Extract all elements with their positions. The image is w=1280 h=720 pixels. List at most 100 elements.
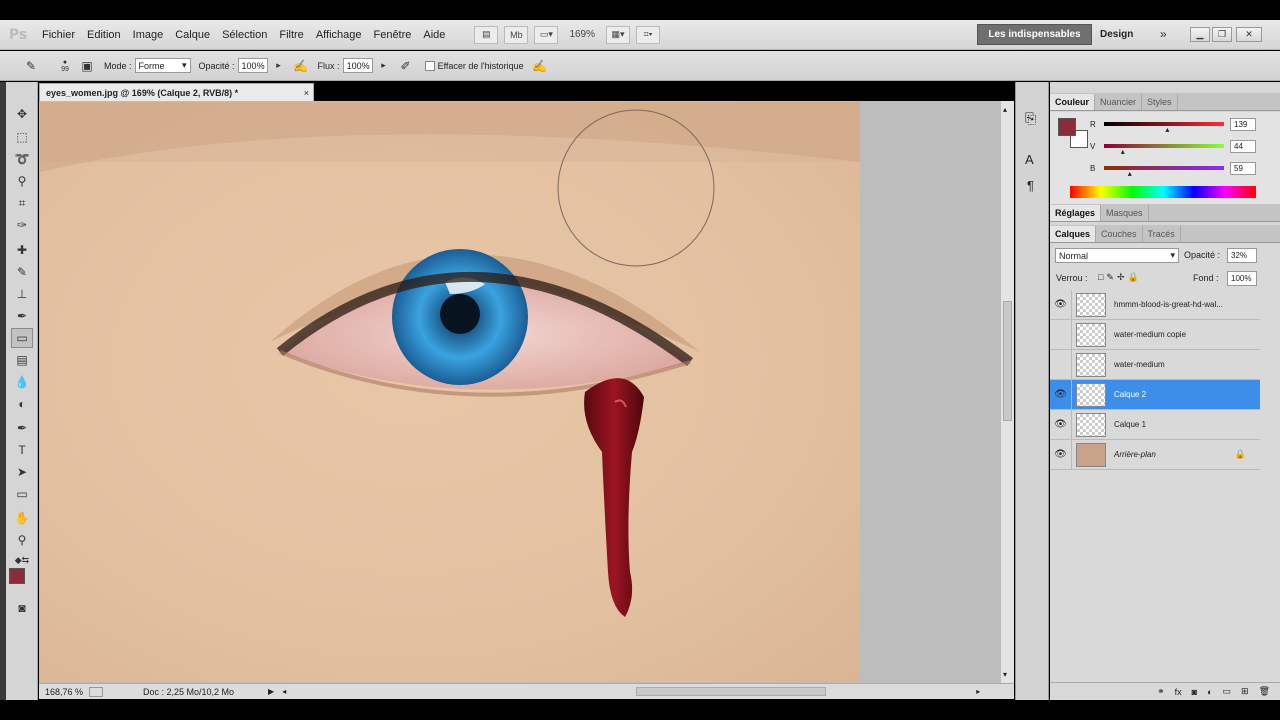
adjustment-layer-icon[interactable]: ◐ bbox=[1207, 687, 1212, 697]
zoom-preview-icon[interactable] bbox=[89, 686, 103, 697]
menu-aide[interactable]: Aide bbox=[417, 20, 451, 50]
history-panel-icon[interactable]: ⎘ bbox=[1025, 110, 1036, 127]
slider-r[interactable]: R ▴ 139 bbox=[1090, 117, 1256, 134]
menu-fenetre[interactable]: Fenêtre bbox=[367, 20, 417, 50]
eye-icon[interactable]: 👁 bbox=[1050, 409, 1072, 440]
eye-icon[interactable] bbox=[1050, 349, 1072, 380]
brush-preset-icon[interactable]: ✎ bbox=[22, 57, 40, 75]
restore-button[interactable]: ❐ bbox=[1212, 27, 1232, 42]
tab-nuancier[interactable]: Nuancier bbox=[1095, 94, 1143, 110]
screen-mode-button[interactable]: ⌗▾ bbox=[636, 25, 661, 44]
scroll-down-icon[interactable]: ▾ bbox=[1003, 670, 1007, 679]
extras-button[interactable]: ▭▾ bbox=[534, 25, 559, 44]
workspace-essentials[interactable]: Les indispensables bbox=[977, 24, 1092, 45]
pressure-opacity-icon[interactable]: ✍ bbox=[292, 57, 310, 75]
hscroll-left-icon[interactable]: ◂ bbox=[282, 687, 286, 696]
pen-tool-icon[interactable]: ✒ bbox=[11, 418, 33, 438]
document-tab[interactable]: eyes_women.jpg @ 169% (Calque 2, RVB/8) … bbox=[39, 83, 314, 101]
tab-traces[interactable]: Tracés bbox=[1143, 226, 1181, 242]
type-tool-icon[interactable]: T bbox=[11, 440, 33, 460]
tab-calques[interactable]: Calques bbox=[1050, 226, 1097, 242]
marquee-tool-icon[interactable]: ⬚ bbox=[11, 127, 33, 147]
link-layers-icon[interactable]: ⚭ bbox=[1157, 686, 1165, 697]
dodge-tool-icon[interactable]: ◐ bbox=[11, 394, 33, 414]
layer-row[interactable]: water-medium copie bbox=[1050, 319, 1260, 350]
workspace-design[interactable]: Design bbox=[1100, 24, 1133, 45]
move-tool-icon[interactable]: ✥ bbox=[11, 104, 33, 124]
fill-field[interactable]: 100% bbox=[1227, 271, 1257, 286]
menu-selection[interactable]: Sélection bbox=[216, 20, 273, 50]
quick-select-tool-icon[interactable]: ⚲ bbox=[11, 171, 33, 191]
shape-tool-icon[interactable]: ▭ bbox=[11, 484, 33, 504]
swap-colors-icon[interactable]: ◆⇆ bbox=[11, 550, 33, 570]
gradient-tool-icon[interactable]: ▤ bbox=[11, 350, 33, 370]
brush-panel-icon[interactable]: ▣ bbox=[78, 57, 96, 75]
menu-fichier[interactable]: Fichier bbox=[36, 20, 81, 50]
scroll-thumb[interactable] bbox=[1003, 301, 1012, 421]
blur-tool-icon[interactable]: 💧 bbox=[11, 372, 33, 392]
color-panel-foreground[interactable] bbox=[1058, 118, 1076, 136]
erase-history-checkbox[interactable] bbox=[424, 60, 435, 71]
slider-v[interactable]: V ▴ 44 bbox=[1090, 139, 1256, 156]
hscroll-right-icon[interactable]: ▸ bbox=[976, 687, 980, 696]
slider-r-track[interactable]: ▴ bbox=[1104, 122, 1224, 134]
brush-size-picker[interactable]: ● 99 bbox=[56, 57, 74, 75]
brush-tool-icon[interactable]: ✎ bbox=[11, 262, 33, 282]
slider-caret-icon[interactable]: ▴ bbox=[1165, 125, 1169, 134]
tab-reglages[interactable]: Réglages bbox=[1050, 205, 1102, 221]
foreground-color-swatch[interactable] bbox=[9, 568, 25, 584]
eye-icon[interactable]: 👁 bbox=[1050, 379, 1072, 410]
minimize-button[interactable]: ▁ bbox=[1190, 27, 1210, 42]
flow-slider-icon[interactable]: ▸ bbox=[375, 57, 393, 75]
zoom-level[interactable]: 169% bbox=[569, 29, 595, 40]
flow-field[interactable]: 100% bbox=[342, 58, 373, 73]
opacity-slider-icon[interactable]: ▸ bbox=[270, 57, 288, 75]
slider-v-track[interactable]: ▴ bbox=[1104, 144, 1224, 156]
tab-styles[interactable]: Styles bbox=[1142, 94, 1178, 110]
paragraph-panel-icon[interactable]: ¶ bbox=[1027, 178, 1034, 193]
status-menu-arrow-icon[interactable]: ▶ bbox=[268, 687, 274, 696]
eye-icon[interactable] bbox=[1050, 319, 1072, 350]
horizontal-scroll-thumb[interactable] bbox=[636, 687, 827, 696]
slider-b-track[interactable]: ▴ bbox=[1104, 166, 1224, 178]
quick-mask-icon[interactable]: ◙ bbox=[11, 598, 33, 618]
tab-couches[interactable]: Couches bbox=[1096, 226, 1143, 242]
tab-masques[interactable]: Masques bbox=[1101, 205, 1149, 221]
bridge-button[interactable]: ▤ bbox=[474, 25, 499, 44]
blend-mode-select[interactable]: Normal ▾ bbox=[1055, 248, 1179, 263]
zoom-tool-icon[interactable]: ⚲ bbox=[11, 530, 33, 550]
menu-filtre[interactable]: Filtre bbox=[273, 20, 309, 50]
close-document-icon[interactable]: × bbox=[304, 88, 309, 98]
slider-b-value[interactable]: 59 bbox=[1230, 161, 1256, 175]
slider-caret-icon[interactable]: ▴ bbox=[1128, 169, 1132, 178]
workspace-more-icon[interactable]: » bbox=[1160, 24, 1167, 45]
menu-image[interactable]: Image bbox=[127, 20, 170, 50]
layer-row[interactable]: 👁 hmmm-blood-is-great-hd-wal... bbox=[1050, 289, 1260, 320]
hand-tool-icon[interactable]: ✋ bbox=[11, 508, 33, 528]
eyedropper-tool-icon[interactable]: ✑ bbox=[11, 215, 33, 235]
arrange-button[interactable]: ▦▾ bbox=[606, 25, 631, 44]
stamp-tool-icon[interactable]: ⊥ bbox=[11, 284, 33, 304]
slider-r-value[interactable]: 139 bbox=[1230, 117, 1256, 131]
history-brush-tool-icon[interactable]: ✒ bbox=[11, 306, 33, 326]
lock-icons[interactable]: □✎✢🔒 bbox=[1098, 272, 1142, 283]
eraser-tool-icon[interactable]: ▭ bbox=[11, 328, 33, 348]
menu-calque[interactable]: Calque bbox=[169, 20, 216, 50]
menu-edition[interactable]: Edition bbox=[81, 20, 127, 50]
layer-row[interactable]: 👁 Calque 1 bbox=[1050, 409, 1260, 440]
image-canvas[interactable] bbox=[40, 102, 860, 682]
eye-icon[interactable]: 👁 bbox=[1050, 289, 1072, 320]
layer-row[interactable]: 👁 Arrière-plan 🔒 bbox=[1050, 439, 1260, 470]
layer-row[interactable]: 👁 Calque 2 bbox=[1050, 379, 1260, 410]
slider-b[interactable]: B ▴ 59 bbox=[1090, 161, 1256, 178]
status-zoom[interactable]: 168,76 % bbox=[45, 687, 89, 697]
opacity-field[interactable]: 100% bbox=[237, 58, 268, 73]
healing-tool-icon[interactable]: ✚ bbox=[11, 240, 33, 260]
mode-select[interactable]: Forme ▾ bbox=[134, 58, 191, 73]
new-layer-icon[interactable]: ⊞ bbox=[1241, 686, 1249, 697]
slider-v-value[interactable]: 44 bbox=[1230, 139, 1256, 153]
menu-affichage[interactable]: Affichage bbox=[310, 20, 368, 50]
crop-tool-icon[interactable]: ⌗ bbox=[11, 193, 33, 213]
airbrush-icon[interactable]: ✐ bbox=[397, 57, 415, 75]
tab-couleur[interactable]: Couleur bbox=[1050, 94, 1096, 110]
